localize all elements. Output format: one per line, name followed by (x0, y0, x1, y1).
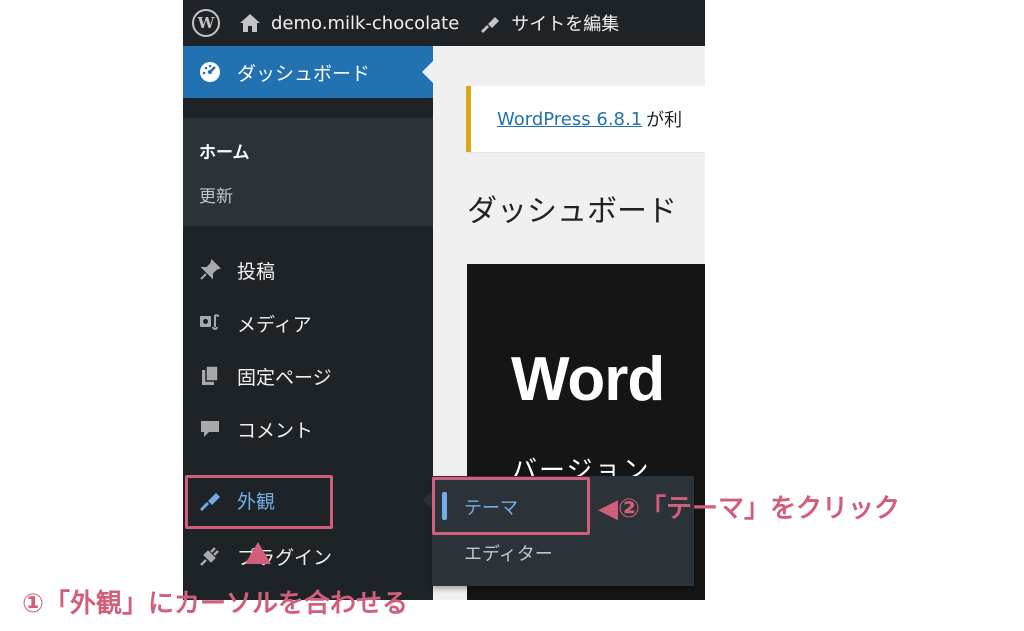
pages-icon (197, 363, 223, 389)
admin-bar: W demo.milk-chocolate サイトを編集 (183, 0, 705, 46)
sidebar-item-label: コメント (237, 419, 314, 442)
edit-site-link[interactable]: サイトを編集 (469, 0, 629, 46)
edit-site-label: サイトを編集 (511, 14, 620, 35)
flyout-item-editor[interactable]: エディター (464, 540, 553, 566)
submenu-updates[interactable]: 更新 (199, 182, 233, 207)
media-icon (197, 310, 223, 336)
sidebar-item-media[interactable]: メディア (183, 297, 433, 349)
sidebar-item-posts[interactable]: 投稿 (183, 244, 433, 296)
wordpress-version-link[interactable]: WordPress 6.8.1 (497, 109, 642, 130)
home-icon (240, 14, 260, 32)
sidebar-item-dashboard[interactable]: ダッシュボード (183, 46, 433, 98)
annotation-step1: ①「外観」にカーソルを合わせる (22, 589, 409, 619)
sidebar-item-label: ダッシュボード (237, 62, 371, 85)
sidebar-item-label: 投稿 (237, 260, 276, 283)
page-title: ダッシュボード (467, 194, 677, 229)
dashboard-gauge-icon (197, 59, 223, 85)
sidebar-item-label: メディア (237, 313, 312, 336)
update-notice: WordPress 6.8.1 が利 (466, 86, 705, 152)
wordpress-logo-icon[interactable]: W (183, 0, 229, 46)
current-indicator-arrow (422, 61, 433, 83)
welcome-heading: Word (511, 345, 665, 414)
sidebar-item-plugins[interactable]: プラグイン (183, 530, 433, 582)
comment-icon (197, 416, 223, 442)
site-name-label: demo.milk-chocolate (271, 12, 460, 34)
pin-icon (197, 257, 223, 283)
notice-text: が利 (646, 110, 683, 131)
plugin-icon (197, 543, 223, 569)
submenu-home[interactable]: ホーム (199, 138, 250, 163)
sidebar-item-comments[interactable]: コメント (183, 403, 433, 455)
sidebar-item-pages[interactable]: 固定ページ (183, 350, 433, 402)
brush-icon (481, 17, 500, 33)
annotation-box-appearance (185, 475, 333, 529)
annotation-up-arrow (245, 542, 271, 564)
annotation-step2: ◀②「テーマ」をクリック (598, 494, 901, 524)
sidebar-item-label: 固定ページ (237, 366, 332, 389)
annotation-box-themes (432, 477, 590, 535)
site-name-link[interactable]: demo.milk-chocolate (229, 0, 469, 46)
dashboard-submenu: ホーム 更新 (183, 118, 433, 226)
